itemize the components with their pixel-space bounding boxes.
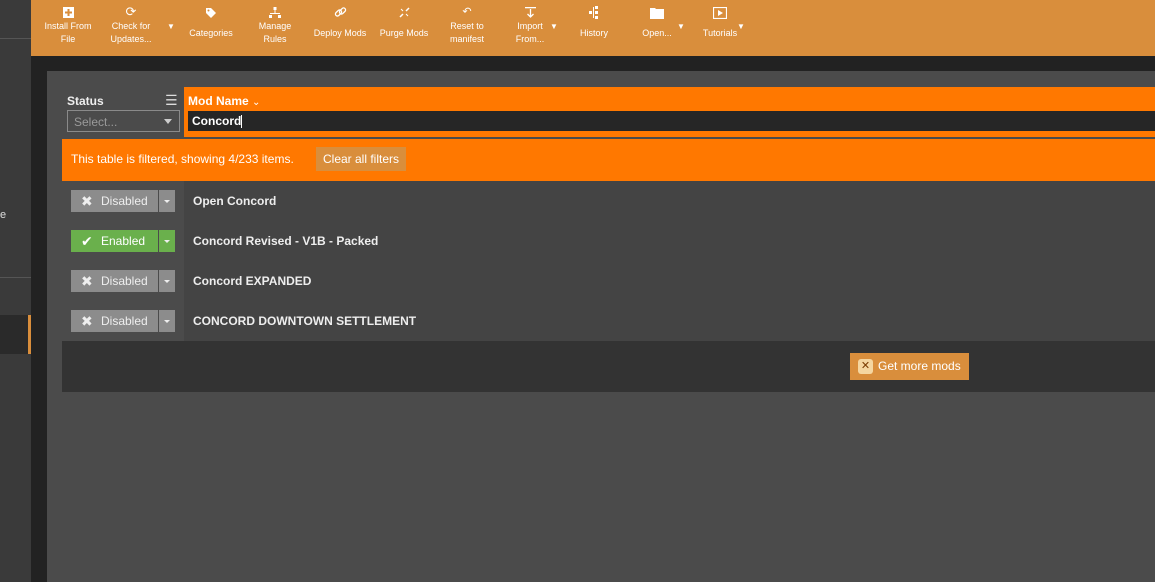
plus-square-icon [39, 4, 97, 20]
check-for-updates-button[interactable]: ⟳ Check for Updates... [106, 4, 156, 54]
tutorials-label: Tutorials [702, 28, 738, 38]
sidebar-divider [0, 277, 31, 278]
clear-all-filters-button[interactable]: Clear all filters [316, 147, 406, 171]
import-line2: From... [515, 34, 545, 44]
text-cursor [241, 115, 243, 129]
manage-rules-button[interactable]: Manage Rules [251, 4, 299, 54]
list-icon[interactable]: ☰ [165, 92, 178, 109]
deploy-label: Deploy Mods [313, 28, 367, 38]
status-label: Disabled [101, 194, 148, 208]
status-filter-select[interactable]: Select... [67, 110, 180, 132]
link-icon [309, 4, 371, 20]
open-dropdown-icon[interactable]: ▼ [677, 22, 685, 31]
manage-rules-line1: Manage [258, 21, 292, 31]
sidebar-divider [0, 38, 31, 39]
import-line1: Import [517, 21, 543, 31]
mod-name: Concord EXPANDED [193, 274, 312, 288]
open-label: Open... [642, 28, 672, 38]
chevron-down-icon [164, 119, 172, 124]
filter-banner: This table is filtered, showing 4/233 it… [62, 139, 1155, 181]
mod-row[interactable]: ✔ Enabled Concord Revised - V1B - Packed [62, 221, 1155, 261]
reset-line1: Reset to [450, 21, 484, 31]
reset-line2: manifest [449, 34, 484, 44]
check-updates-dropdown-icon[interactable]: ▼ [167, 22, 175, 31]
mod-row[interactable]: ✖ Disabled Concord EXPANDED [62, 261, 1155, 301]
left-sidebar: e [0, 0, 31, 582]
undo-icon: ↶ [462, 6, 472, 18]
mod-name-filter-input[interactable]: Concord [188, 111, 1155, 131]
import-dropdown-icon[interactable]: ▼ [550, 22, 558, 31]
mod-name: Concord Revised - V1B - Packed [193, 234, 379, 248]
sidebar-item-mods[interactable] [0, 315, 31, 354]
mod-name-header-label: Mod Name ⌄ [188, 94, 261, 108]
broken-link-icon [374, 4, 434, 20]
tag-icon [183, 4, 239, 20]
check-icon: ✔ [81, 233, 93, 249]
mod-name-cell [184, 261, 1155, 301]
mod-name-filter-value: Concord [192, 114, 242, 128]
history-label: History [579, 28, 608, 38]
table-footer: ✕ Get more mods [62, 341, 1155, 392]
close-icon: ✖ [81, 313, 93, 329]
purge-label: Purge Mods [379, 28, 429, 38]
status-label: Enabled [101, 234, 146, 248]
tutorials-dropdown-icon[interactable]: ▼ [737, 22, 745, 31]
toolbar: Install From File ⟳ Check for Updates...… [31, 0, 1155, 56]
status-toggle-button[interactable]: ✔ Enabled [71, 230, 158, 252]
categories-label: Categories [189, 28, 233, 38]
get-more-mods-label: Get more mods [878, 359, 961, 373]
mod-row[interactable]: ✖ Disabled CONCORD DOWNTOWN SETTLEMENT [62, 301, 1155, 341]
import-icon [506, 4, 554, 20]
close-icon: ✖ [81, 273, 93, 289]
check-updates-line1: Check for [111, 21, 151, 31]
install-label-line2: File [60, 34, 76, 44]
mod-name: Open Concord [193, 194, 277, 208]
install-from-file-button[interactable]: Install From File [39, 4, 97, 54]
open-button[interactable]: Open... [635, 4, 679, 54]
status-dropdown-button[interactable] [158, 230, 175, 252]
folder-icon [635, 4, 679, 20]
status-filter-placeholder: Select... [74, 115, 118, 129]
mod-name: CONCORD DOWNTOWN SETTLEMENT [193, 314, 417, 328]
status-label: Disabled [101, 274, 148, 288]
history-icon [571, 4, 617, 20]
check-updates-line2: Updates... [110, 34, 152, 44]
status-header-label: Status [67, 94, 104, 108]
hierarchy-icon [251, 4, 299, 20]
history-button[interactable]: History [571, 4, 617, 54]
install-label-line1: Install From [44, 21, 92, 31]
status-toggle-button[interactable]: ✖ Disabled [71, 310, 158, 332]
status-toggle-button[interactable]: ✖ Disabled [71, 270, 158, 292]
import-from-button[interactable]: Import From... [506, 4, 554, 54]
sort-chevron-icon: ⌄ [252, 97, 261, 108]
close-icon: ✖ [81, 193, 93, 209]
status-toggle-button[interactable]: ✖ Disabled [71, 190, 158, 212]
sidebar-partial-text: e [0, 209, 7, 221]
deploy-mods-button[interactable]: Deploy Mods [309, 4, 371, 54]
mod-row[interactable]: ✖ Disabled Open Concord [62, 181, 1155, 221]
categories-button[interactable]: Categories [183, 4, 239, 54]
filter-banner-text: This table is filtered, showing 4/233 it… [71, 152, 294, 166]
status-label: Disabled [101, 314, 148, 328]
status-dropdown-button[interactable] [158, 310, 175, 332]
mod-name-cell [184, 181, 1155, 221]
video-icon [697, 4, 743, 20]
nexus-logo-icon: ✕ [858, 359, 873, 374]
manage-rules-line2: Rules [263, 34, 287, 44]
get-more-mods-button[interactable]: ✕ Get more mods [850, 353, 969, 380]
status-dropdown-button[interactable] [158, 190, 175, 212]
purge-mods-button[interactable]: Purge Mods [374, 4, 434, 54]
status-dropdown-button[interactable] [158, 270, 175, 292]
refresh-icon: ⟳ [125, 4, 137, 19]
reset-to-manifest-button[interactable]: ↶ Reset to manifest [441, 4, 493, 54]
